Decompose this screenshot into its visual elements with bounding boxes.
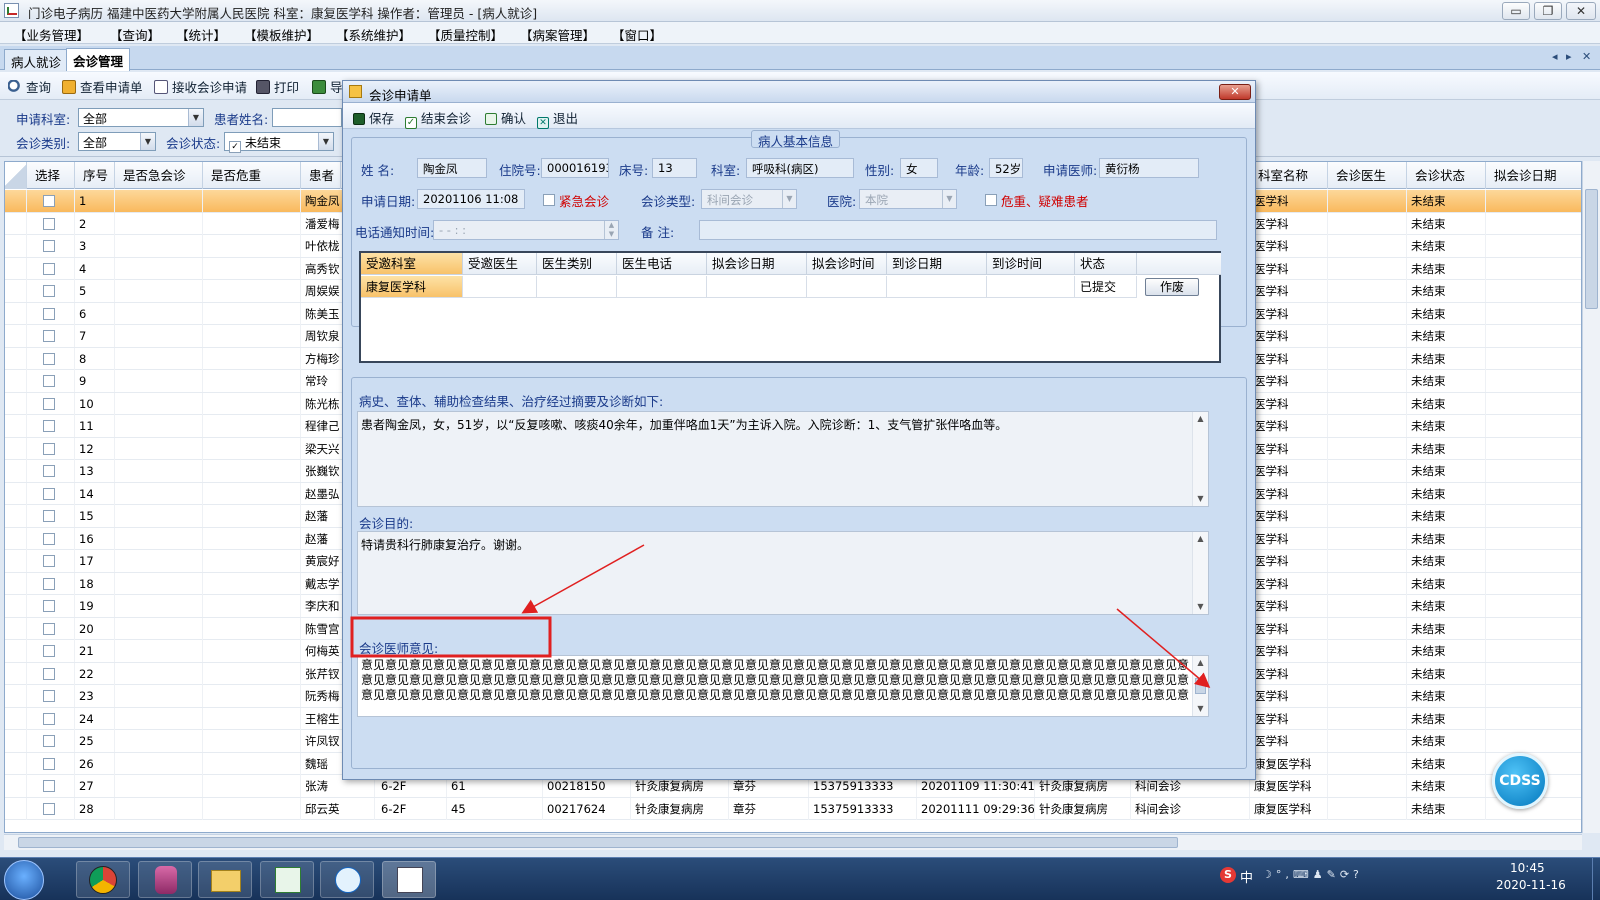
tray-time: 10:45 <box>1510 861 1545 875</box>
start-button[interactable] <box>4 860 44 900</box>
folder-icon <box>211 870 241 892</box>
taskbar-database[interactable] <box>138 861 192 898</box>
taskbar-emr[interactable] <box>382 861 436 898</box>
annotation-overlay <box>350 544 1211 688</box>
tray-date: 2020-11-16 <box>1496 878 1566 892</box>
chart-app-icon <box>275 867 301 893</box>
taskbar: S 中 ☽°,⌨♟✎⟳? 10:45 2020-11-16 <box>0 857 1600 900</box>
show-desktop-button[interactable] <box>1592 858 1600 900</box>
database-icon <box>155 866 177 894</box>
doctor-icon <box>335 867 361 893</box>
emr-icon <box>397 867 423 893</box>
ime-mode[interactable]: 中 <box>1240 867 1253 886</box>
taskbar-app-doctor[interactable] <box>320 861 374 898</box>
tray-icons[interactable]: ☽°,⌨♟✎⟳? <box>1262 868 1412 882</box>
annotation-arrow-right <box>1116 608 1211 688</box>
chrome-icon <box>89 866 117 894</box>
ime-logo-icon[interactable]: S <box>1220 867 1236 883</box>
taskbar-app-chart[interactable] <box>260 861 314 898</box>
highlight-box <box>350 616 552 658</box>
taskbar-explorer[interactable] <box>198 861 252 898</box>
taskbar-chrome[interactable] <box>76 861 130 898</box>
annotation-arrow-left <box>521 544 645 614</box>
